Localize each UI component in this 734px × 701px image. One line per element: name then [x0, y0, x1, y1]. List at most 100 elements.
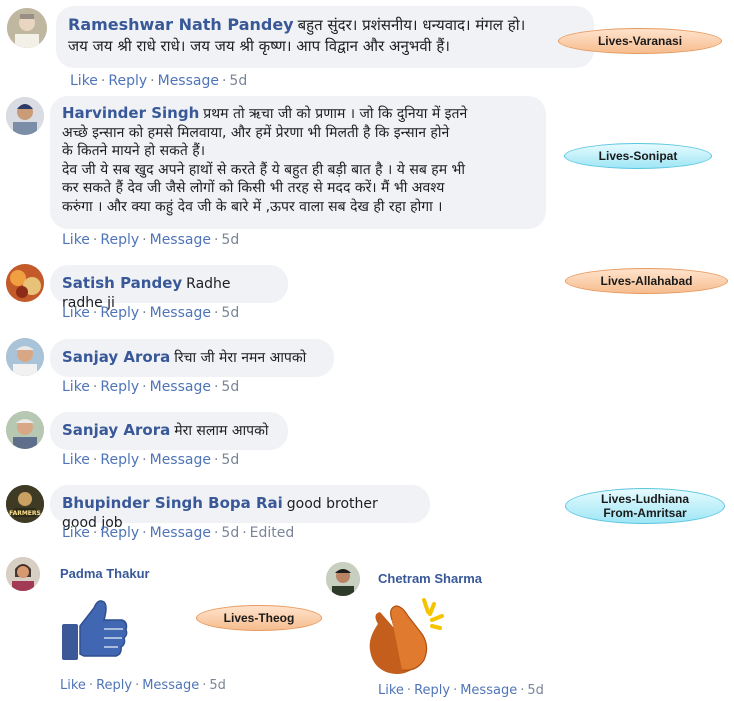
- commenter-name[interactable]: Bhupinder Singh Bopa Rai: [62, 494, 283, 512]
- timestamp[interactable]: 5d: [221, 379, 239, 395]
- location-tag: Lives-Ludhiana From-Amritsar: [565, 488, 725, 524]
- reply-link[interactable]: Reply: [100, 379, 139, 395]
- separator: ·: [142, 525, 147, 541]
- comment-bubble: Sanjay Arora मेरा सलाम आपको: [50, 412, 288, 450]
- message-link[interactable]: Message: [150, 525, 211, 541]
- message-link[interactable]: Message: [150, 232, 211, 248]
- comment-actions: Like · Reply · Message · 5d: [62, 452, 239, 468]
- avatar[interactable]: [6, 557, 40, 591]
- separator: ·: [213, 305, 219, 321]
- like-link[interactable]: Like: [62, 232, 90, 248]
- location-tag-line2: From-Amritsar: [603, 506, 687, 520]
- comment-actions: Like · Reply · Message · 5d: [378, 683, 544, 698]
- separator: ·: [221, 73, 227, 89]
- like-link[interactable]: Like: [62, 305, 90, 321]
- separator: ·: [453, 683, 458, 698]
- separator: ·: [88, 678, 94, 693]
- comment-bubble: Sanjay Arora रिचा जी मेरा नमन आपको: [50, 339, 334, 377]
- message-link[interactable]: Message: [150, 379, 211, 395]
- thumbs-up-sticker: [60, 596, 130, 664]
- comment-text: रिचा जी मेरा नमन आपको: [174, 350, 307, 366]
- comment-actions: Like · Reply · Message · 5d: [70, 73, 247, 89]
- separator: ·: [135, 678, 140, 693]
- like-link[interactable]: Like: [378, 683, 404, 698]
- location-tag: Lives-Theog: [196, 605, 322, 631]
- comment-text: मेरा सलाम आपको: [174, 423, 269, 439]
- like-link[interactable]: Like: [62, 525, 90, 541]
- timestamp[interactable]: 5d: [229, 73, 247, 89]
- comment-bubble: Satish Pandey Radhe radhe ji: [50, 265, 288, 311]
- like-link[interactable]: Like: [62, 452, 90, 468]
- separator: ·: [202, 678, 207, 693]
- timestamp[interactable]: 5d: [221, 452, 239, 468]
- comment-actions: Like · Reply · Message · 5d: [62, 232, 239, 248]
- location-tag: Lives-Varanasi: [558, 28, 722, 54]
- commenter-name[interactable]: Harvinder Singh: [62, 104, 199, 122]
- timestamp[interactable]: 5d: [209, 678, 226, 693]
- reply-link[interactable]: Reply: [100, 305, 139, 321]
- commenter-name[interactable]: Rameshwar Nath Pandey: [68, 15, 294, 34]
- separator: ·: [142, 379, 147, 395]
- message-link[interactable]: Message: [150, 305, 211, 321]
- reply-link[interactable]: Reply: [108, 73, 147, 89]
- avatar[interactable]: [6, 338, 44, 376]
- separator: ·: [520, 683, 525, 698]
- message-link[interactable]: Message: [150, 452, 211, 468]
- comment-bubble: Harvinder Singh प्रथम तो ऋचा जी को प्रणाम…: [50, 96, 546, 229]
- location-tag-line1: Lives-Ludhiana: [600, 492, 689, 506]
- avatar[interactable]: [7, 8, 47, 48]
- separator: ·: [213, 379, 219, 395]
- like-link[interactable]: Like: [70, 73, 98, 89]
- reply-link[interactable]: Reply: [96, 678, 132, 693]
- separator: ·: [242, 525, 247, 541]
- separator: ·: [150, 73, 155, 89]
- separator: ·: [142, 452, 147, 468]
- comment-bubble: Bhupinder Singh Bopa Rai good brother goo…: [50, 485, 430, 531]
- avatar[interactable]: [6, 97, 44, 135]
- location-tag: Lives-Allahabad: [565, 268, 728, 294]
- clapping-hands-sticker: [364, 594, 456, 678]
- avatar[interactable]: [326, 562, 360, 596]
- edited-label[interactable]: Edited: [250, 525, 295, 541]
- separator: ·: [213, 452, 219, 468]
- separator: ·: [92, 525, 98, 541]
- separator: ·: [92, 232, 98, 248]
- commenter-name[interactable]: Chetram Sharma: [378, 571, 482, 586]
- message-link[interactable]: Message: [460, 683, 517, 698]
- separator: ·: [142, 305, 147, 321]
- separator: ·: [142, 232, 147, 248]
- separator: ·: [92, 379, 98, 395]
- location-tag: Lives-Sonipat: [564, 143, 712, 169]
- timestamp[interactable]: 5d: [221, 305, 239, 321]
- timestamp[interactable]: 5d: [527, 683, 544, 698]
- like-link[interactable]: Like: [60, 678, 86, 693]
- commenter-name[interactable]: Sanjay Arora: [62, 421, 170, 439]
- timestamp[interactable]: 5d: [221, 525, 239, 541]
- farmers-badge: FARMERS: [9, 510, 41, 517]
- separator: ·: [213, 232, 219, 248]
- commenter-name[interactable]: Padma Thakur: [60, 566, 150, 581]
- avatar[interactable]: [6, 411, 44, 449]
- timestamp[interactable]: 5d: [221, 232, 239, 248]
- comment-actions: Like · Reply · Message · 5d: [62, 305, 239, 321]
- comment-text: प्रथम तो ऋचा जी को प्रणाम । जो कि दुनिया…: [62, 106, 468, 215]
- comment-bubble: Rameshwar Nath Pandey बहुत सुंदर। प्रशंसन…: [56, 6, 594, 68]
- separator: ·: [406, 683, 412, 698]
- commenter-name[interactable]: Sanjay Arora: [62, 348, 170, 366]
- message-link[interactable]: Message: [158, 73, 219, 89]
- separator: ·: [213, 525, 219, 541]
- commenter-name[interactable]: Satish Pandey: [62, 274, 182, 292]
- separator: ·: [92, 305, 98, 321]
- reply-link[interactable]: Reply: [100, 525, 139, 541]
- message-link[interactable]: Message: [142, 678, 199, 693]
- avatar[interactable]: [6, 264, 44, 302]
- comment-actions: Like · Reply · Message · 5d · Edited: [62, 525, 294, 541]
- separator: ·: [100, 73, 106, 89]
- comment-actions: Like · Reply · Message · 5d: [60, 678, 226, 693]
- reply-link[interactable]: Reply: [100, 232, 139, 248]
- reply-link[interactable]: Reply: [100, 452, 139, 468]
- reply-link[interactable]: Reply: [414, 683, 450, 698]
- like-link[interactable]: Like: [62, 379, 90, 395]
- comment-actions: Like · Reply · Message · 5d: [62, 379, 239, 395]
- avatar[interactable]: FARMERS: [6, 485, 44, 523]
